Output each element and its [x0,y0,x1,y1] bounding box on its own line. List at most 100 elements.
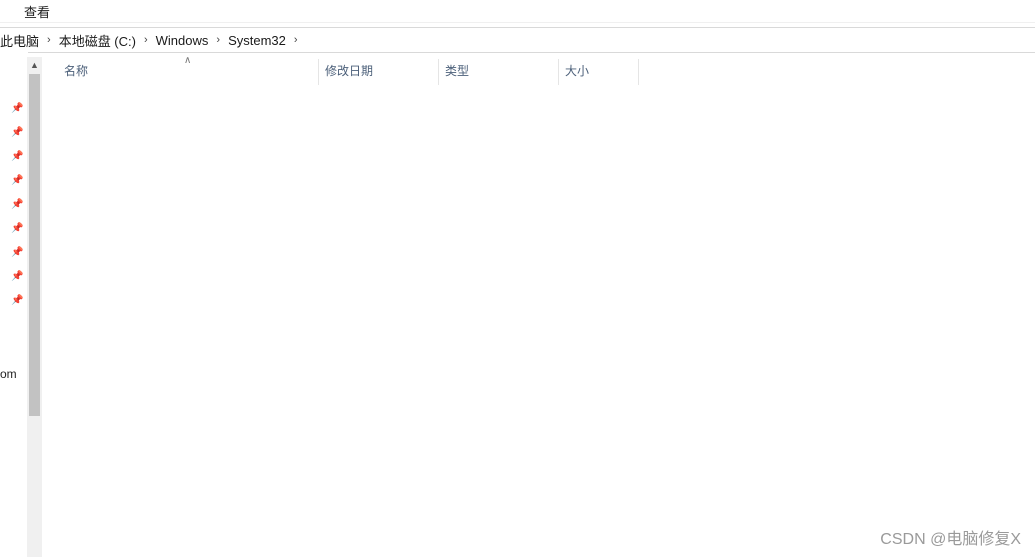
column-divider[interactable] [318,59,319,85]
file-size: 183 KB [591,243,631,257]
file-date: 2012/11/5 23:26 [325,369,411,383]
file-name: msvcp100.dll [85,96,156,110]
nav-scrollbar[interactable]: ▲ [27,57,42,557]
file-row[interactable]: msvcp110.dll 2012/11/5 23:26 应用程序扩展 646 KB [61,114,635,135]
file-row[interactable]: msvidc32.dll 2016/7/16 19:42 应用程序扩展 38 KB [61,471,635,492]
file-row[interactable]: msvcr120.dll 2017/5/24 15:50 应用程序扩展 941 KB [61,387,635,408]
dll-file-icon [67,221,78,235]
chevron-right-icon[interactable]: › [142,34,150,46]
file-type: 应用程序扩展 [446,309,519,323]
dll-file-icon [67,431,78,445]
file-date: 2023/3/14 9:39 [325,516,406,530]
file-date: 2022/6/10 19:52 [325,264,412,278]
file-row[interactable]: msvcr100_clr0400.dll 2021/3/19 14:05 应用程序扩… [61,345,635,366]
column-name[interactable]: 名称 [64,57,88,85]
dll-file-icon [67,242,78,256]
file-date: 2023/3/14 9:39 [325,537,406,551]
chevron-right-icon[interactable]: › [292,34,300,46]
breadcrumb-this-pc[interactable]: 此电脑 [0,31,45,50]
column-type[interactable]: 类型 [445,57,469,85]
file-name: msvcr100_clr0400.dll [85,348,199,362]
file-name: msvidc32.dll [85,474,152,488]
pin-icon[interactable]: 📌 [11,104,23,114]
file-row[interactable]: msvcr120_clr0400.dll 2021/3/19 14:05 应用程序扩… [61,408,635,429]
scroll-thumb[interactable] [29,74,40,416]
column-date[interactable]: 修改日期 [325,57,373,85]
file-row[interactable]: msvcp140_codecvt_ids.dll 2022/6/10 19:52 应… [61,303,635,324]
breadcrumb-local-disk[interactable]: 本地磁盘 (C:) [53,31,142,50]
dll-file-icon [67,473,78,487]
dll-file-icon [67,263,78,277]
dll-file-icon [67,158,78,172]
file-size: 646 KB [591,117,631,131]
column-divider[interactable] [638,59,639,85]
file-row[interactable]: msvcp120_clr0400.dll 2021/3/19 14:05 应用程序扩… [61,177,635,198]
file-row[interactable]: msvcp140.dll 2022/6/10 19:52 应用程序扩展 558 KB [61,198,635,219]
file-size: 609 KB [591,285,631,299]
file-row[interactable]: msvcp140_1.dll 2022/6/10 19:52 应用程序扩展 25 KB [61,219,635,240]
breadcrumb[interactable]: 此电脑 › 本地磁盘 (C:) › Windows › System32 › [0,27,1035,53]
pin-icon[interactable]: 📌 [11,200,23,210]
file-size: 941 KB [591,390,631,404]
file-row[interactable]: msvcp140_atomic_wait.dll 2022/6/10 19:52 应… [61,261,635,282]
pin-icon[interactable]: 📌 [11,128,23,138]
scroll-up-icon[interactable]: ▲ [27,57,42,73]
file-row[interactable]: msvcr110.dll 2012/11/5 23:26 应用程序扩展 830 KB [61,366,635,387]
file-type: 应用程序扩展 [445,140,518,154]
nav-item-fragment[interactable]: om [0,367,17,381]
file-row[interactable]: msvcp140_clr0400.dll 2021/3/19 14:05 应用程序扩… [61,282,635,303]
file-size: 645 KB [591,159,631,173]
file-row[interactable]: MSVidCtl.dll 2021/1/8 6:35 应用程序扩展 3,428 KB [61,492,635,513]
file-size: 595 KB [591,96,631,110]
sort-ascending-icon: ∧ [184,55,192,66]
pin-icon[interactable]: 📌 [11,152,23,162]
file-type: 应用程序扩展 [445,434,518,448]
file-type: 应用程序扩展 [445,245,518,259]
file-row[interactable]: msvcr100.dll 2016/10/26 0:27 应用程序扩展 812 KB [61,324,635,345]
breadcrumb-windows[interactable]: Windows [150,33,215,48]
column-size[interactable]: 大小 [565,57,589,85]
file-date: 2016/10/26 0:27 [325,96,412,110]
file-row[interactable]: msvcp140_2.dll 2022/6/10 19:52 应用程序扩展 183 K… [61,240,635,261]
file-name: msvcp140_atomic_wait.dll [85,264,226,278]
file-type: 应用程序扩展 [445,350,518,364]
file-name: msvcp140.dll [85,201,156,215]
breadcrumb-system32[interactable]: System32 [222,33,292,48]
navigation-pane: 📌 📌 📌 📌 📌 📌 📌 📌 📌 [0,52,28,557]
dll-file-icon [67,137,78,151]
file-row[interactable]: msvcp120.dll 2017/5/24 15:50 应用程序扩展 645 KB [61,156,635,177]
file-row[interactable]: MSVideoDSP.dll 2023/3/14 9:39 应用程序扩展 710 KB [61,513,635,534]
file-size: 576 KB [591,138,631,152]
dll-file-icon [67,326,78,340]
file-row[interactable]: msvcp100.dll 2016/10/26 0:27 应用程序扩展 595 KB [61,93,635,114]
dll-file-icon [67,368,78,382]
file-row[interactable]: msvcp110_win.dll 2018/1/1 13:18 应用程序扩展 576 … [61,135,635,156]
pin-icon[interactable]: 📌 [11,296,23,306]
pin-icon[interactable]: 📌 [11,248,23,258]
file-date: 2021/3/19 14:05 [325,285,412,299]
pin-icon[interactable]: 📌 [11,272,23,282]
file-type: 应用程序扩展 [445,392,518,406]
file-name: msvcp120_clr0400.dll [85,180,202,194]
pin-icon[interactable]: 📌 [11,224,23,234]
file-name: msvcr110.dll [85,369,152,383]
file-size: 140 KB [591,453,631,467]
file-type: 应用程序扩展 [445,224,518,238]
file-date: 2021/1/8 6:35 [325,495,399,509]
file-type: 应用程序扩展 [445,476,518,490]
file-name: msvcp140_2.dll [85,243,169,257]
dll-file-icon [67,347,78,361]
file-row[interactable]: msvfw32.dll 2016/7/16 19:42 应用程序扩展 140 KB [61,450,635,471]
chevron-right-icon[interactable]: › [214,34,222,46]
dll-file-icon [67,200,78,214]
column-divider[interactable] [438,59,439,85]
file-row[interactable]: msvcrt.dll 2018/8/23 12:24 应用程序扩展 621 KB [61,429,635,450]
menu-view[interactable]: 查看 [24,2,50,21]
chevron-right-icon[interactable]: › [45,34,53,46]
file-row[interactable]: MSVP9DEC.dll 2023/3/14 9:39 应用程序扩展 926 KB [61,534,635,555]
column-divider[interactable] [558,59,559,85]
file-type: 应用程序扩展 [445,182,518,196]
file-type: 应用程序扩展 [445,518,518,532]
file-name: MSVidCtl.dll [85,495,151,509]
pin-icon[interactable]: 📌 [11,176,23,186]
